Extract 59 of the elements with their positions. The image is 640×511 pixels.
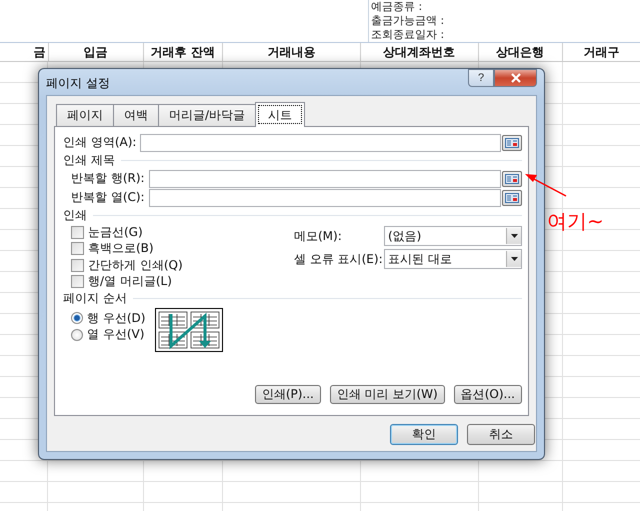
tab[interactable]: 머리글/바닥글 bbox=[158, 104, 256, 126]
close-button[interactable] bbox=[494, 69, 537, 87]
checkbox-label: 행/열 머리글(L) bbox=[88, 273, 172, 290]
annotation-arrow bbox=[524, 172, 568, 198]
dropdown-arrow-icon bbox=[510, 234, 518, 238]
checkbox-label: 눈금선(G) bbox=[88, 224, 143, 241]
dropdown[interactable]: (없음) bbox=[384, 226, 522, 246]
dropdown-arrow-icon bbox=[510, 257, 518, 261]
input-field[interactable] bbox=[148, 170, 501, 188]
checkbox-label: 흑백으로(B) bbox=[88, 240, 154, 258]
radio-button[interactable] bbox=[71, 312, 83, 324]
account-info-label: 예금종류 : bbox=[371, 0, 424, 14]
annotation-text: 여기~ bbox=[547, 208, 604, 235]
column-header: 입금 bbox=[48, 43, 143, 61]
column-header: 금 bbox=[32, 44, 47, 61]
group-heading: 인쇄 bbox=[63, 207, 87, 224]
tab[interactable]: 여백 bbox=[113, 104, 159, 126]
checkbox[interactable] bbox=[71, 242, 84, 256]
range-select-icon bbox=[505, 138, 519, 148]
checkbox[interactable] bbox=[71, 275, 84, 288]
range-select-button[interactable] bbox=[502, 190, 522, 206]
radio-label: 열 우선(V) bbox=[87, 326, 144, 344]
field-label: 반복할 행(R): bbox=[71, 170, 145, 187]
window-title: 페이지 설정 bbox=[46, 75, 110, 92]
account-info-label: 출금가능금액 : bbox=[371, 14, 444, 28]
dropdown[interactable]: 표시된 대로 bbox=[384, 249, 522, 269]
help-button[interactable]: ? bbox=[468, 69, 494, 87]
column-header: 거래후 잔액 bbox=[142, 43, 222, 61]
checkbox[interactable] bbox=[71, 226, 84, 239]
radio-label: 행 우선(D) bbox=[87, 310, 146, 327]
checkbox[interactable] bbox=[71, 258, 84, 272]
group-heading: 페이지 순서 bbox=[63, 290, 127, 307]
dialog-button[interactable]: 인쇄 미리 보기(W) bbox=[330, 385, 445, 404]
range-select-button[interactable] bbox=[502, 134, 522, 150]
dropdown-label: 메모(M): bbox=[294, 228, 343, 244]
dialog-button[interactable]: 옵션(O)... bbox=[454, 385, 522, 404]
field-label: 반복할 열(C): bbox=[71, 189, 145, 206]
radio-button[interactable] bbox=[71, 328, 83, 341]
dialog-button[interactable]: 인쇄(P)... bbox=[254, 385, 321, 404]
account-info-label: 조회종료일자 : bbox=[371, 28, 444, 42]
input-field[interactable] bbox=[140, 134, 501, 152]
dialog-button[interactable]: 취소 bbox=[467, 424, 535, 445]
column-header: 거래구 bbox=[562, 43, 640, 61]
close-icon bbox=[510, 73, 522, 83]
group-heading: 인쇄 제목 bbox=[63, 152, 115, 169]
range-select-icon bbox=[505, 174, 519, 184]
tab[interactable]: 시트 bbox=[255, 102, 306, 127]
field-label: 인쇄 영역(A): bbox=[63, 134, 136, 151]
dropdown-label: 셀 오류 표시(E): bbox=[294, 250, 384, 268]
column-header: 상대은행 bbox=[478, 43, 562, 61]
column-header: 거래내용 bbox=[222, 43, 360, 61]
checkbox-label: 간단하게 인쇄(Q) bbox=[88, 256, 183, 274]
dialog-button[interactable]: 확인 bbox=[390, 424, 458, 445]
range-select-icon bbox=[505, 192, 519, 202]
page-order-drawing bbox=[155, 308, 224, 352]
range-select-button[interactable] bbox=[502, 170, 522, 186]
column-header: 상대계좌번호 bbox=[360, 43, 478, 61]
input-field[interactable] bbox=[148, 188, 501, 206]
tab[interactable]: 페이지 bbox=[56, 104, 114, 126]
